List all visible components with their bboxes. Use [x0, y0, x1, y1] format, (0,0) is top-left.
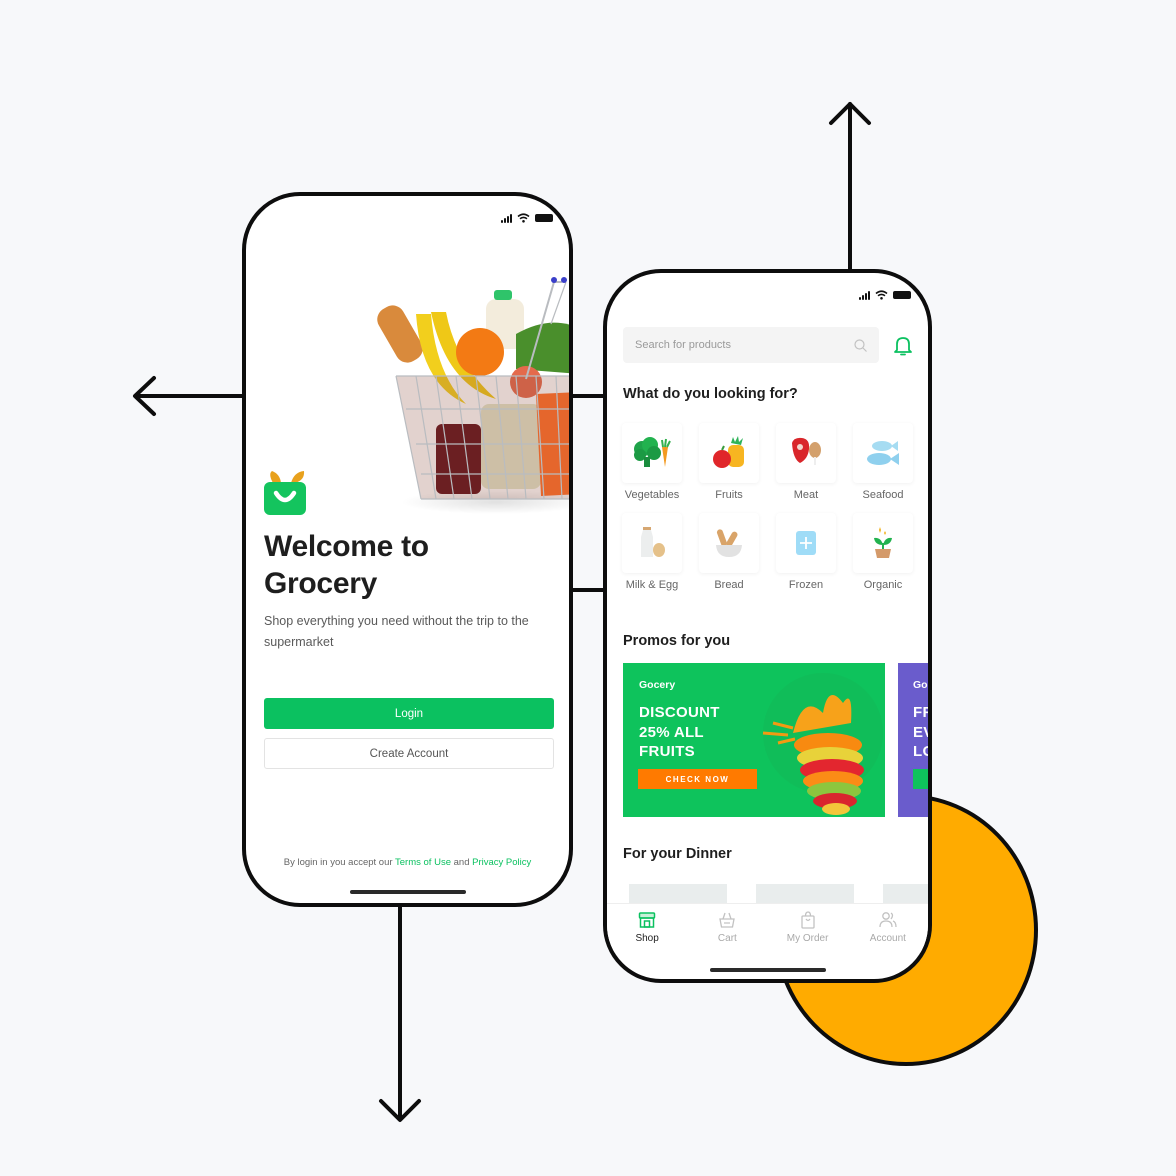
promos-title: Promos for you [623, 633, 731, 649]
tab-account[interactable]: Account [848, 904, 928, 953]
dinner-card[interactable] [756, 884, 854, 904]
login-button[interactable]: Login [264, 698, 554, 729]
apple-pineapple-icon [713, 436, 744, 468]
category-label: Vegetables [624, 489, 680, 501]
category-organic[interactable]: Organic [852, 513, 914, 591]
terms-prefix: By login in you accept our [283, 857, 393, 868]
tab-shop[interactable]: Shop [607, 904, 687, 953]
promo-card[interactable]: Go FR EV LO [898, 663, 932, 817]
dinner-list [629, 884, 928, 904]
grocery-basket-image [377, 277, 569, 514]
promo-headline-line: FR [913, 704, 932, 721]
promo-cta-button[interactable] [913, 769, 928, 789]
promo-headline: DISCOUNT 25% ALL FRUITS [639, 703, 720, 762]
promo-carousel[interactable]: Gocery DISCOUNT 25% ALL FRUITS CHECK NOW… [623, 663, 932, 817]
welcome-subtitle: Shop everything you need without the tri… [264, 614, 529, 649]
signal-icon [501, 213, 512, 223]
terms-conjunction: and [453, 857, 470, 868]
tab-label: Cart [717, 933, 737, 944]
category-label: Bread [714, 579, 744, 591]
promo-headline: FR EV LO [913, 703, 932, 762]
shop-phone: Search for products What do you looking … [603, 269, 932, 983]
wifi-icon [875, 290, 888, 300]
status-bar [859, 290, 911, 300]
basket-icon [719, 912, 736, 928]
title-line-2: Grocery [264, 567, 377, 600]
dinner-card[interactable] [883, 884, 928, 904]
terms-of-use-link[interactable]: Terms of Use [395, 857, 451, 868]
users-icon [879, 912, 897, 928]
home-indicator [710, 968, 826, 972]
bell-icon[interactable] [892, 335, 914, 357]
status-bar [501, 213, 553, 223]
promo-headline-line: LO [913, 743, 928, 760]
shopping-bag-icon [800, 911, 815, 929]
welcome-title: Welcome to Grocery [264, 528, 429, 602]
search-placeholder: Search for products [635, 339, 731, 351]
promo-card[interactable]: Gocery DISCOUNT 25% ALL FRUITS CHECK NOW [623, 663, 885, 817]
store-icon [638, 912, 656, 928]
battery-icon [535, 214, 553, 222]
category-seafood[interactable]: Seafood [852, 423, 914, 501]
tab-my-order[interactable]: My Order [768, 904, 848, 953]
privacy-policy-link[interactable]: Privacy Policy [472, 857, 531, 868]
welcome-phone: Welcome to Grocery Shop everything you n… [242, 192, 573, 907]
category-meat[interactable]: Meat [775, 423, 837, 501]
category-frozen[interactable]: Frozen [775, 513, 837, 591]
signal-icon [859, 290, 870, 300]
steak-drumstick-icon [792, 437, 821, 465]
search-icon[interactable] [854, 338, 867, 352]
promo-headline-line: EV [913, 723, 932, 741]
category-label: Milk & Egg [625, 579, 679, 591]
create-account-button[interactable]: Create Account [264, 738, 554, 769]
milk-egg-icon [641, 527, 665, 557]
category-label: Seafood [862, 489, 904, 501]
fruit-splash-image [762, 673, 883, 815]
search-input[interactable]: Search for products [623, 327, 879, 363]
category-label: Frozen [788, 579, 824, 591]
promo-brand: Gocery [639, 679, 676, 691]
terms-notice: By login in you accept our Terms of Use … [246, 857, 569, 868]
category-label: Organic [863, 579, 903, 591]
promo-brand: Go [913, 679, 928, 691]
tab-label: Shop [635, 933, 659, 944]
category-label: Fruits [715, 489, 743, 501]
sprout-icon [874, 527, 892, 558]
category-grid: Vegetables Fruits Meat Seafood Milk & Eg… [621, 423, 921, 591]
bottom-tab-bar: Shop Cart My Order Account [607, 903, 928, 953]
check-now-button[interactable]: CHECK NOW [638, 769, 757, 789]
category-fruits[interactable]: Fruits [698, 423, 760, 501]
tab-label: Account [869, 933, 906, 944]
ice-cube-icon [796, 531, 816, 555]
category-label: Meat [793, 489, 819, 501]
dinner-card[interactable] [629, 884, 727, 904]
categories-title: What do you looking for? [623, 386, 798, 402]
category-milk-egg[interactable]: Milk & Egg [621, 513, 683, 591]
promo-headline-line: 25% ALL [639, 723, 704, 741]
promo-headline-line: FRUITS [639, 743, 695, 760]
home-indicator [350, 890, 466, 894]
category-vegetables[interactable]: Vegetables [621, 423, 683, 501]
dinner-title: For your Dinner [623, 846, 732, 862]
grocery-logo-icon [264, 471, 306, 515]
wifi-icon [517, 213, 530, 223]
promo-headline-line: DISCOUNT [639, 704, 720, 721]
battery-icon [893, 291, 911, 299]
tab-cart[interactable]: Cart [687, 904, 767, 953]
bread-bowl-icon [716, 529, 742, 557]
tab-label: My Order [786, 933, 829, 944]
category-bread[interactable]: Bread [698, 513, 760, 591]
broccoli-carrot-icon [634, 437, 671, 467]
fish-icon [867, 441, 899, 465]
title-line-1: Welcome to [264, 530, 429, 563]
